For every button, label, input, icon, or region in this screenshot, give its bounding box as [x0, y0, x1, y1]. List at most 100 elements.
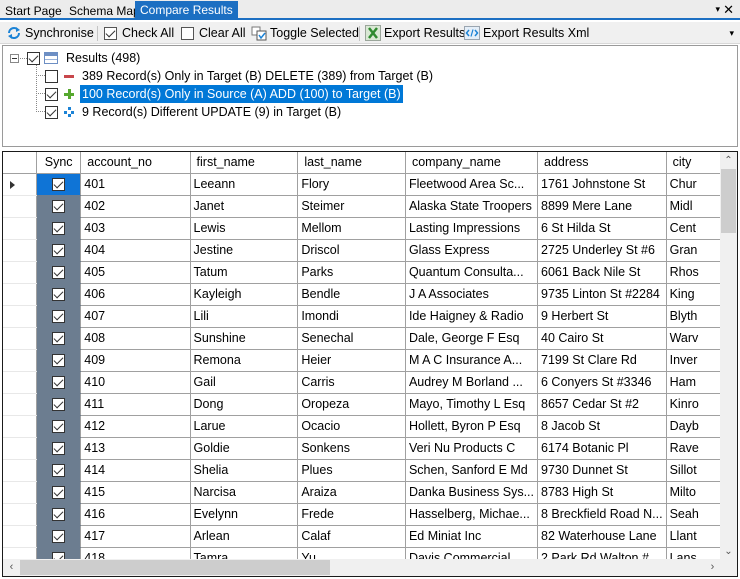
cell-last-name[interactable]: Bendle — [297, 283, 406, 306]
cell-address[interactable]: 6 St Hilda St — [537, 217, 667, 240]
sync-checkbox[interactable] — [52, 178, 66, 192]
cell-last-name[interactable]: Flory — [297, 173, 406, 196]
cell-address[interactable]: 9735 Linton St #2284 — [537, 283, 667, 306]
cell-city[interactable]: Seah — [666, 503, 721, 526]
cell-company-name[interactable]: Schen, Sanford E Md — [405, 459, 539, 482]
table-row[interactable]: 412 Larue Ocacio Hollett, Byron P Esq 8 Jaco… — [3, 415, 721, 438]
cell-company-name[interactable]: Hasselberg, Michae... — [405, 503, 539, 526]
sync-checkbox[interactable] — [52, 486, 66, 500]
cell-company-name[interactable]: Danka Business Sys... — [405, 481, 539, 504]
cell-company-name[interactable]: Glass Express — [405, 239, 539, 262]
table-row[interactable]: 413 Goldie Sonkens Veri Nu Products C 6174 B… — [3, 437, 721, 460]
cell-address[interactable]: 8 Breckfield Road N... — [537, 503, 667, 526]
sync-checkbox[interactable] — [52, 200, 66, 214]
table-row[interactable]: 410 Gail Carris Audrey M Borland ... 6 Conye… — [3, 371, 721, 394]
cell-account-no[interactable]: 403 — [80, 217, 191, 240]
sync-checkbox[interactable] — [52, 420, 66, 434]
row-header[interactable] — [3, 349, 38, 372]
sync-cell[interactable] — [36, 459, 82, 482]
cell-last-name[interactable]: Plues — [297, 459, 406, 482]
column-header-address[interactable]: address — [537, 152, 667, 174]
cell-company-name[interactable]: Veri Nu Products C — [405, 437, 539, 460]
table-row[interactable]: 401 Leeann Flory Fleetwood Area Sc... 1761 J… — [3, 173, 721, 196]
cell-city[interactable]: Cent — [666, 217, 721, 240]
sync-checkbox[interactable] — [52, 310, 66, 324]
cell-account-no[interactable]: 417 — [80, 525, 191, 548]
table-row[interactable]: 406 Kayleigh Bendle J A Associates 9735 Lint… — [3, 283, 721, 306]
cell-first-name[interactable]: Dong — [190, 393, 299, 416]
scroll-left-icon[interactable]: ‹ — [3, 559, 20, 576]
sync-cell[interactable] — [36, 371, 82, 394]
cell-company-name[interactable]: Audrey M Borland ... — [405, 371, 539, 394]
cell-address[interactable]: 6 Conyers St #3346 — [537, 371, 667, 394]
cell-city[interactable]: Warv — [666, 327, 721, 350]
cell-first-name[interactable]: Kayleigh — [190, 283, 299, 306]
table-row[interactable]: 402 Janet Steimer Alaska State Troopers 8899… — [3, 195, 721, 218]
cell-address[interactable]: 9 Herbert St — [537, 305, 667, 328]
cell-account-no[interactable]: 404 — [80, 239, 191, 262]
sync-cell[interactable] — [36, 239, 82, 262]
column-header-account-no[interactable]: account_no — [80, 152, 191, 174]
tab-list-dropdown-icon[interactable]: ▾ — [715, 4, 720, 15]
collapse-icon[interactable] — [10, 53, 19, 63]
row-header[interactable] — [3, 393, 38, 416]
row-header[interactable] — [3, 261, 38, 284]
cell-account-no[interactable]: 408 — [80, 327, 191, 350]
cell-account-no[interactable]: 405 — [80, 261, 191, 284]
table-row[interactable]: 405 Tatum Parks Quantum Consulta... 6061 Bac… — [3, 261, 721, 284]
cell-account-no[interactable]: 414 — [80, 459, 191, 482]
cell-city[interactable]: Chur — [666, 173, 721, 196]
sync-checkbox[interactable] — [52, 288, 66, 302]
sync-cell[interactable] — [36, 481, 82, 504]
cell-address[interactable]: 40 Cairo St — [537, 327, 667, 350]
cell-first-name[interactable]: Larue — [190, 415, 299, 438]
update-node-checkbox[interactable] — [45, 105, 58, 119]
cell-company-name[interactable]: Dale, George F Esq — [405, 327, 539, 350]
tab-compare-results[interactable]: Compare Results — [135, 1, 238, 20]
cell-first-name[interactable]: Sunshine — [190, 327, 299, 350]
cell-last-name[interactable]: Oropeza — [297, 393, 406, 416]
cell-address[interactable]: 8899 Mere Lane — [537, 195, 667, 218]
sync-cell[interactable] — [36, 305, 82, 328]
row-header[interactable] — [3, 173, 38, 196]
cell-first-name[interactable]: Lewis — [190, 217, 299, 240]
cell-city[interactable]: Rave — [666, 437, 721, 460]
sync-cell[interactable] — [36, 217, 82, 240]
sync-checkbox[interactable] — [52, 508, 66, 522]
sync-checkbox[interactable] — [52, 266, 66, 280]
check-all-button[interactable]: Check All — [104, 24, 174, 42]
row-header[interactable] — [3, 305, 38, 328]
row-header[interactable] — [3, 525, 38, 548]
cell-account-no[interactable]: 407 — [80, 305, 191, 328]
export-results-button[interactable]: Export Results — [365, 24, 465, 42]
cell-first-name[interactable]: Gail — [190, 371, 299, 394]
table-row[interactable]: 404 Jestine Driscol Glass Express 2725 Under… — [3, 239, 721, 262]
synchronise-button[interactable]: Synchronise — [6, 24, 94, 42]
cell-city[interactable]: Midl — [666, 195, 721, 218]
sync-checkbox[interactable] — [52, 332, 66, 346]
cell-last-name[interactable]: Calaf — [297, 525, 406, 548]
cell-last-name[interactable]: Senechal — [297, 327, 406, 350]
table-row[interactable]: 416 Evelynn Frede Hasselberg, Michae... 8 Br… — [3, 503, 721, 526]
scroll-up-icon[interactable]: ⌃ — [720, 152, 737, 169]
cell-last-name[interactable]: Mellom — [297, 217, 406, 240]
cell-first-name[interactable]: Remona — [190, 349, 299, 372]
sync-cell[interactable] — [36, 349, 82, 372]
sync-cell[interactable] — [36, 195, 82, 218]
cell-last-name[interactable]: Imondi — [297, 305, 406, 328]
sync-checkbox[interactable] — [52, 222, 66, 236]
tab-start-page[interactable]: Start Page — [0, 2, 67, 20]
cell-company-name[interactable]: Fleetwood Area Sc... — [405, 173, 539, 196]
sync-cell[interactable] — [36, 327, 82, 350]
sync-checkbox[interactable] — [52, 354, 66, 368]
cell-last-name[interactable]: Parks — [297, 261, 406, 284]
cell-company-name[interactable]: J A Associates — [405, 283, 539, 306]
row-header[interactable] — [3, 415, 38, 438]
cell-account-no[interactable]: 410 — [80, 371, 191, 394]
cell-account-no[interactable]: 412 — [80, 415, 191, 438]
cell-company-name[interactable]: Alaska State Troopers — [405, 195, 539, 218]
row-header[interactable] — [3, 283, 38, 306]
cell-city[interactable]: Gran — [666, 239, 721, 262]
row-header[interactable] — [3, 239, 38, 262]
cell-address[interactable]: 7199 St Clare Rd — [537, 349, 667, 372]
